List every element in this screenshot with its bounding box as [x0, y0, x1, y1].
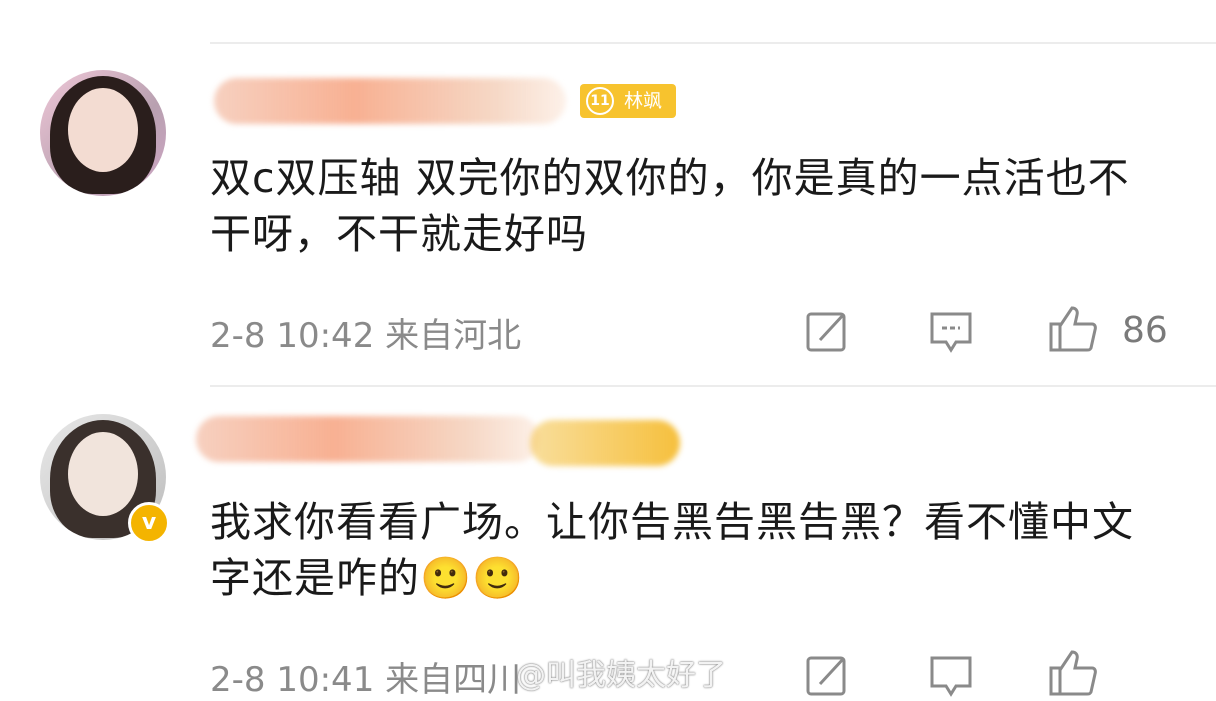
obscured-username-tail — [530, 420, 680, 466]
comment-text: 双c双压轴 双完你的双你的，你是真的一点活也不干呀，不干就走好吗 — [210, 154, 1130, 258]
share-icon[interactable] — [804, 308, 850, 354]
avatar-face — [68, 88, 138, 172]
fan-badge[interactable]: 11 林飒 — [580, 84, 677, 118]
avatar-face — [68, 432, 138, 516]
obscured-username[interactable] — [196, 416, 540, 462]
comment-text: 我求你看看广场。让你告黑告黑告黑？看不懂中文字还是咋的🙂🙂 — [210, 498, 1134, 602]
comment-divider — [210, 385, 1216, 387]
badge-label: 林飒 — [624, 90, 663, 112]
avatar[interactable] — [40, 70, 166, 196]
share-icon[interactable] — [804, 652, 850, 698]
level-icon: 11 — [586, 87, 614, 115]
like-icon[interactable] — [1048, 304, 1098, 354]
watermark: @叫我姨太好了 — [516, 658, 726, 693]
comment-icon[interactable] — [928, 310, 974, 354]
comment-icon[interactable] — [928, 654, 974, 698]
obscured-username[interactable] — [214, 78, 566, 124]
comment-divider — [210, 42, 1216, 44]
comment-meta: 2-8 10:42 来自河北 — [210, 316, 522, 356]
like-count: 86 — [1122, 310, 1168, 351]
verified-icon: v — [128, 502, 170, 544]
like-icon[interactable] — [1048, 648, 1098, 698]
comment-meta: 2-8 10:41 来自四川 — [210, 660, 522, 700]
